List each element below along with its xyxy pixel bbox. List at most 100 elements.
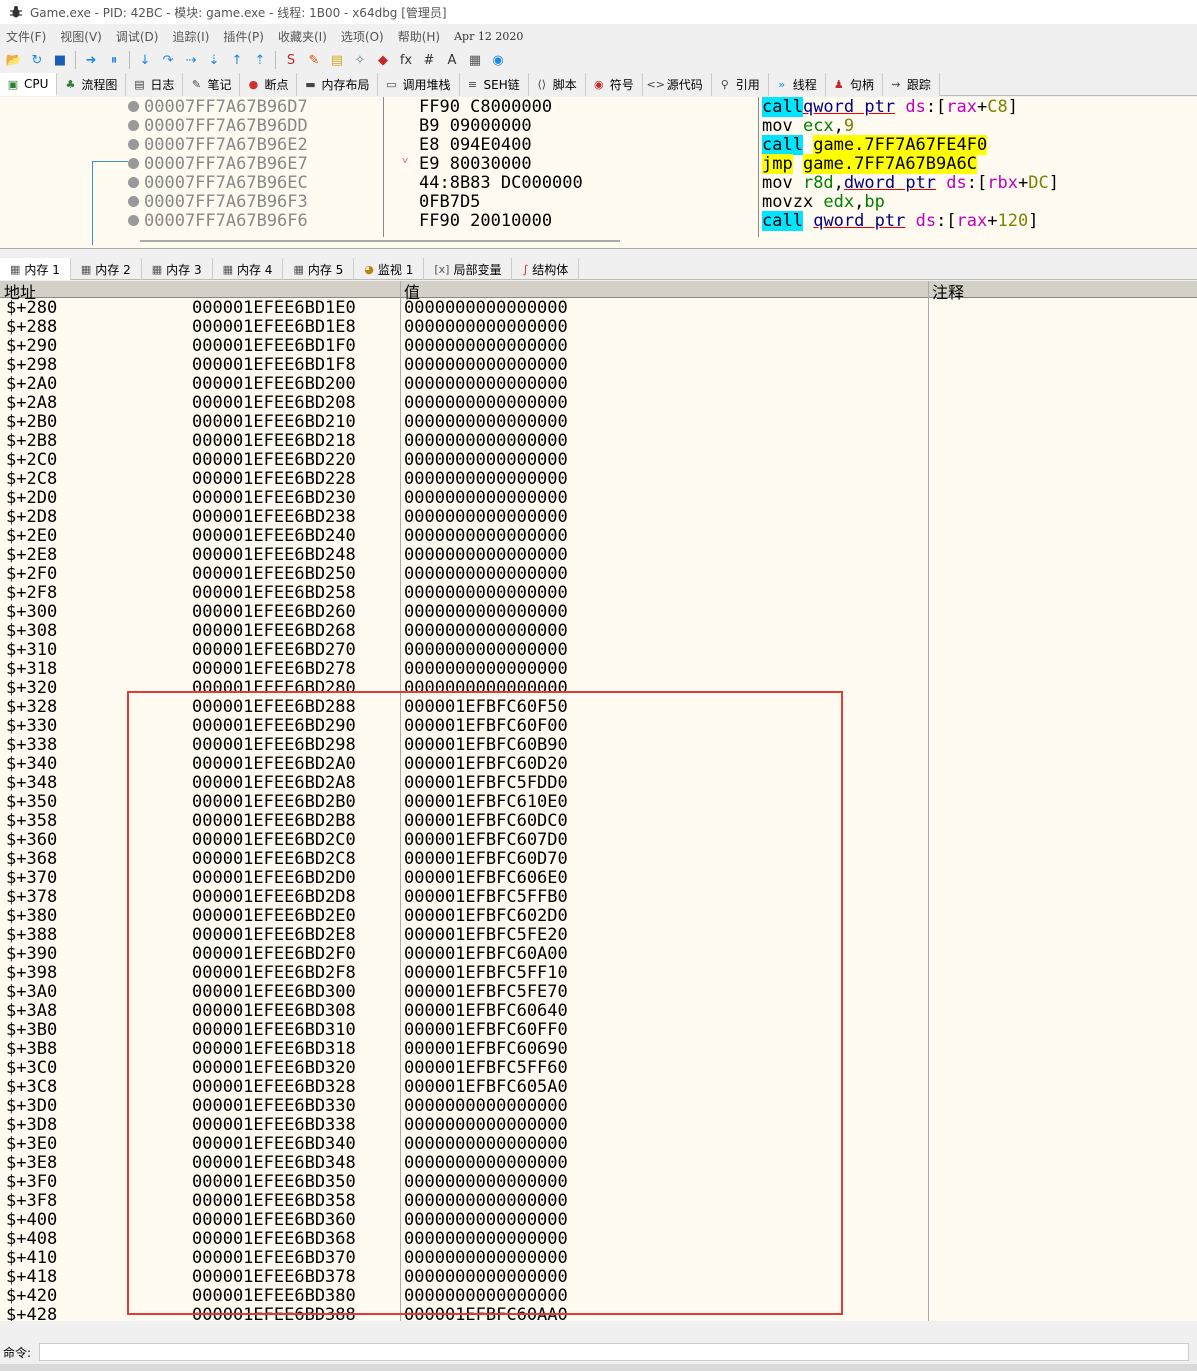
dump-row[interactable]: $+3D8 000001EFEE6BD338 0000000000000000 bbox=[0, 1115, 930, 1135]
dump-row[interactable]: $+318 000001EFEE6BD278 0000000000000000 bbox=[0, 659, 930, 679]
trace-into-icon[interactable]: ⇢ bbox=[181, 50, 201, 70]
tab-threads[interactable]: » 线程 bbox=[768, 73, 826, 96]
dump-tab[interactable]: ◕ 监视 1 bbox=[354, 258, 425, 280]
script-icon[interactable]: S bbox=[281, 50, 301, 70]
dump-row[interactable]: $+418 000001EFEE6BD378 0000000000000000 bbox=[0, 1267, 930, 1287]
menu-item[interactable]: 收藏夹(I) bbox=[278, 28, 327, 45]
dump-row[interactable]: $+408 000001EFEE6BD368 0000000000000000 bbox=[0, 1229, 930, 1249]
dump-row[interactable]: $+298 000001EFEE6BD1F8 0000000000000000 bbox=[0, 355, 930, 375]
dump-row[interactable]: $+390 000001EFEE6BD2F0 000001EFBFC60A00 bbox=[0, 944, 930, 964]
disasm-row[interactable]: 00007FF7A67B96EC 44:8B83 DC000000 mov r8d,… bbox=[0, 173, 1197, 193]
dump-tab[interactable]: ▦ 内存 3 bbox=[142, 258, 213, 280]
dump-row[interactable]: $+2C8 000001EFEE6BD228 0000000000000000 bbox=[0, 469, 930, 489]
dump-row[interactable]: $+3C8 000001EFEE6BD328 000001EFBFC605A0 bbox=[0, 1077, 930, 1097]
dump-row[interactable]: $+3F8 000001EFEE6BD358 0000000000000000 bbox=[0, 1191, 930, 1211]
dump-tab[interactable]: [x] 局部变量 bbox=[424, 258, 513, 280]
globe-icon[interactable]: ◉ bbox=[488, 50, 508, 70]
dump-row[interactable]: $+360 000001EFEE6BD2C0 000001EFBFC607D0 bbox=[0, 830, 930, 850]
breakpoint-dot-icon[interactable] bbox=[128, 177, 139, 188]
tab-call-stack[interactable]: ▭ 调用堆栈 bbox=[378, 73, 460, 96]
dump-row[interactable]: $+428 000001EFEE6BD388 000001EFBFC60AA0 bbox=[0, 1305, 930, 1321]
dump-row[interactable]: $+3C0 000001EFEE6BD320 000001EFBFC5FF60 bbox=[0, 1058, 930, 1078]
disassembly-pane[interactable]: 00007FF7A67B96D7 FF90 C8000000 callqword p… bbox=[0, 97, 1197, 249]
tab-script[interactable]: ⟨⟩ 脚本 bbox=[528, 73, 586, 96]
dump-row[interactable]: $+420 000001EFEE6BD380 0000000000000000 bbox=[0, 1286, 930, 1306]
dump-row[interactable]: $+2A0 000001EFEE6BD200 0000000000000000 bbox=[0, 374, 930, 394]
breakpoint-dot-icon[interactable] bbox=[128, 120, 139, 131]
dump-row[interactable]: $+3D0 000001EFEE6BD330 0000000000000000 bbox=[0, 1096, 930, 1116]
dump-row[interactable]: $+290 000001EFEE6BD1F0 0000000000000000 bbox=[0, 336, 930, 356]
dump-row[interactable]: $+410 000001EFEE6BD370 0000000000000000 bbox=[0, 1248, 930, 1268]
pause-icon[interactable]: ⏸ bbox=[104, 50, 124, 70]
execute-till-return-icon[interactable]: ↑ bbox=[227, 50, 247, 70]
dump-row[interactable]: $+348 000001EFEE6BD2A8 000001EFBFC5FDD0 bbox=[0, 773, 930, 793]
menu-item[interactable]: 帮助(H) bbox=[398, 28, 440, 45]
tab-graph[interactable]: ♣ 流程图 bbox=[57, 73, 127, 96]
tab-source[interactable]: <> 源代码 bbox=[642, 73, 712, 96]
dump-tab[interactable]: ▦ 内存 1 bbox=[0, 258, 71, 280]
dump-row[interactable]: $+3A8 000001EFEE6BD308 000001EFBFC60640 bbox=[0, 1001, 930, 1021]
memory-dump-pane[interactable]: 地址 值 注释 $+280 000001EFEE6BD1E0 00000000000… bbox=[0, 281, 1197, 1321]
tab-handles[interactable]: ♟ 句柄 bbox=[825, 73, 883, 96]
disasm-horizontal-scrollbar[interactable] bbox=[140, 240, 620, 242]
breakpoint-dot-icon[interactable] bbox=[128, 139, 139, 150]
tab-trace[interactable]: ⇝ 跟踪 bbox=[882, 73, 940, 96]
dump-row[interactable]: $+310 000001EFEE6BD270 0000000000000000 bbox=[0, 640, 930, 660]
dump-row[interactable]: $+2B0 000001EFEE6BD210 0000000000000000 bbox=[0, 412, 930, 432]
menu-item[interactable]: 选项(O) bbox=[341, 28, 384, 45]
menu-item[interactable]: 视图(V) bbox=[60, 28, 102, 45]
dump-row[interactable]: $+2E8 000001EFEE6BD248 0000000000000000 bbox=[0, 545, 930, 565]
dump-row[interactable]: $+2D0 000001EFEE6BD230 0000000000000000 bbox=[0, 488, 930, 508]
breakpoint-dot-icon[interactable] bbox=[128, 158, 139, 169]
dump-row[interactable]: $+350 000001EFEE6BD2B0 000001EFBFC610E0 bbox=[0, 792, 930, 812]
dump-row[interactable]: $+368 000001EFEE6BD2C8 000001EFBFC60D70 bbox=[0, 849, 930, 869]
dump-row[interactable]: $+320 000001EFEE6BD280 0000000000000000 bbox=[0, 678, 930, 698]
dump-row[interactable]: $+3A0 000001EFEE6BD300 000001EFBFC5FE70 bbox=[0, 982, 930, 1002]
dump-row[interactable]: $+380 000001EFEE6BD2E0 000001EFBFC602D0 bbox=[0, 906, 930, 926]
restart-icon[interactable]: ↻ bbox=[27, 50, 47, 70]
dump-tab[interactable]: ∫ 结构体 bbox=[512, 258, 580, 280]
breakpoint-dot-icon[interactable] bbox=[128, 215, 139, 226]
tab-symbols[interactable]: ◉ 符号 bbox=[585, 73, 643, 96]
open-icon[interactable]: 📂 bbox=[4, 50, 24, 70]
dump-row[interactable]: $+308 000001EFEE6BD268 0000000000000000 bbox=[0, 621, 930, 641]
tab-breakpoint[interactable]: ● 断点 bbox=[240, 73, 298, 96]
dump-row[interactable]: $+300 000001EFEE6BD260 0000000000000000 bbox=[0, 602, 930, 622]
trace-over-icon[interactable]: ⇣ bbox=[204, 50, 224, 70]
run-to-user-code-icon[interactable]: ⇡ bbox=[250, 50, 270, 70]
comment-icon[interactable]: ▤ bbox=[327, 50, 347, 70]
dump-row[interactable]: $+3E0 000001EFEE6BD340 0000000000000000 bbox=[0, 1134, 930, 1154]
function-icon[interactable]: fx bbox=[396, 50, 416, 70]
dump-row[interactable]: $+398 000001EFEE6BD2F8 000001EFBFC5FF10 bbox=[0, 963, 930, 983]
dump-row[interactable]: $+2A8 000001EFEE6BD208 0000000000000000 bbox=[0, 393, 930, 413]
dump-row[interactable]: $+370 000001EFEE6BD2D0 000001EFBFC606E0 bbox=[0, 868, 930, 888]
dump-row[interactable]: $+388 000001EFEE6BD2E8 000001EFBFC5FE20 bbox=[0, 925, 930, 945]
tab-notes[interactable]: ✎ 笔记 bbox=[183, 73, 241, 96]
dump-row[interactable]: $+2B8 000001EFEE6BD218 0000000000000000 bbox=[0, 431, 930, 451]
tab-memory-map[interactable]: ▬ 内存布局 bbox=[297, 73, 379, 96]
disasm-row[interactable]: 00007FF7A67B96F6 FF90 20010000 call qword … bbox=[0, 211, 1197, 231]
tab-log[interactable]: ▤ 日志 bbox=[126, 73, 184, 96]
dump-row[interactable]: $+280 000001EFEE6BD1E0 0000000000000000 bbox=[0, 298, 930, 318]
dump-row[interactable]: $+3F0 000001EFEE6BD350 0000000000000000 bbox=[0, 1172, 930, 1192]
dump-tab[interactable]: ▦ 内存 5 bbox=[283, 258, 355, 280]
breakpoint-dot-icon[interactable] bbox=[128, 196, 139, 207]
dump-row[interactable]: $+3B0 000001EFEE6BD310 000001EFBFC60FF0 bbox=[0, 1020, 930, 1040]
dump-row[interactable]: $+2E0 000001EFEE6BD240 0000000000000000 bbox=[0, 526, 930, 546]
disasm-row[interactable]: 00007FF7A67B96E2 E8 094E0400 call game.7FF… bbox=[0, 135, 1197, 155]
dump-row[interactable]: $+340 000001EFEE6BD2A0 000001EFBFC60D20 bbox=[0, 754, 930, 774]
font-icon[interactable]: A bbox=[442, 50, 462, 70]
menu-item[interactable]: 插件(P) bbox=[223, 28, 264, 45]
dump-row[interactable]: $+358 000001EFEE6BD2B8 000001EFBFC60DC0 bbox=[0, 811, 930, 831]
header-comment[interactable]: 注释 bbox=[932, 281, 964, 303]
dump-row[interactable]: $+288 000001EFEE6BD1E8 0000000000000000 bbox=[0, 317, 930, 337]
breakpoint-dot-icon[interactable] bbox=[128, 101, 139, 112]
dump-tab[interactable]: ▦ 内存 4 bbox=[213, 258, 284, 280]
tab-cpu[interactable]: ▣ CPU bbox=[0, 73, 58, 96]
dump-row[interactable]: $+328 000001EFEE6BD288 000001EFBFC60F50 bbox=[0, 697, 930, 717]
dump-row[interactable]: $+3E8 000001EFEE6BD348 0000000000000000 bbox=[0, 1153, 930, 1173]
calculator-icon[interactable]: ▦ bbox=[465, 50, 485, 70]
dump-row[interactable]: $+400 000001EFEE6BD360 0000000000000000 bbox=[0, 1210, 930, 1230]
command-input[interactable] bbox=[39, 1343, 1190, 1361]
step-over-icon[interactable]: ↷ bbox=[158, 50, 178, 70]
